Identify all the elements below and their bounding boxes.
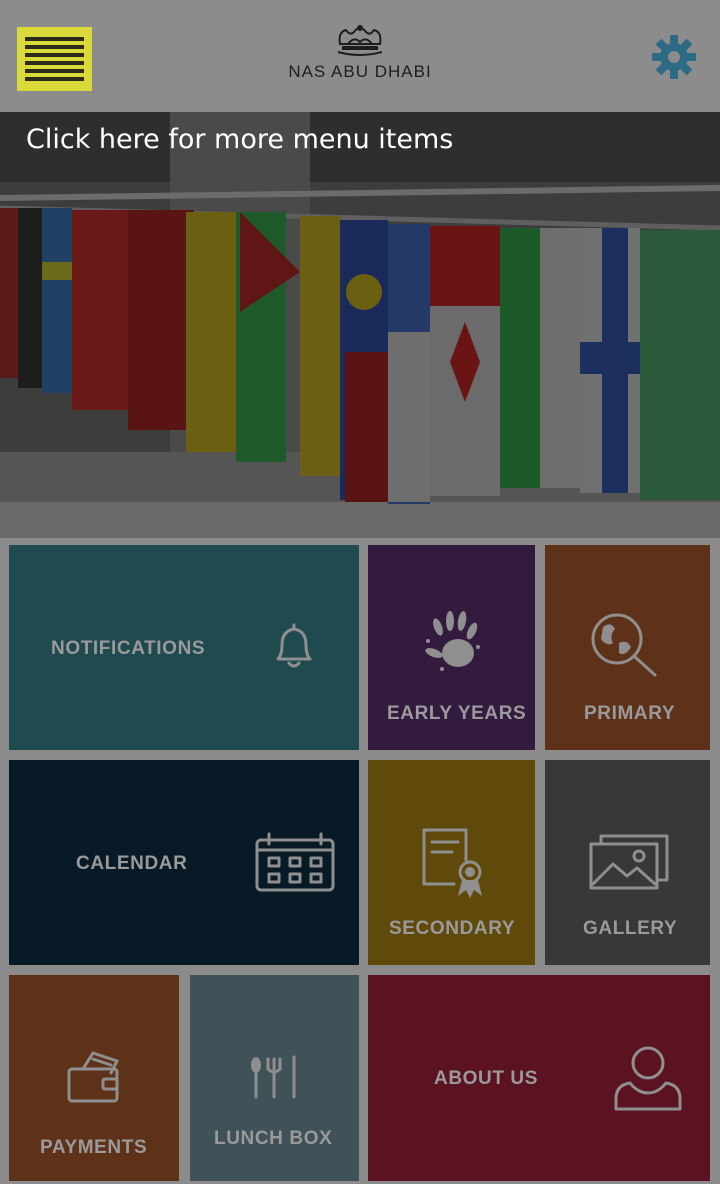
crown-crest-icon (337, 25, 383, 56)
wallet-icon (67, 1051, 119, 1103)
tile-label: LUNCH BOX (214, 1128, 333, 1149)
tile-secondary[interactable]: SECONDARY (368, 760, 535, 965)
certificate-icon (422, 828, 482, 898)
tile-about-us[interactable]: ABOUT US (368, 975, 710, 1181)
school-logo: NAS ABU DHABI (260, 22, 460, 88)
flags-photo (0, 112, 720, 538)
tile-label: PRIMARY (584, 703, 676, 724)
tile-label: NOTIFICATIONS (51, 638, 206, 659)
tile-label: EARLY YEARS (387, 703, 527, 724)
gallery-icon (589, 834, 669, 890)
app-header: NAS ABU DHABI (0, 0, 720, 112)
tile-label: CALENDAR (76, 853, 188, 874)
tile-notifications[interactable]: NOTIFICATIONS (9, 545, 359, 750)
gear-icon[interactable] (650, 33, 698, 81)
tile-primary[interactable]: PRIMARY (545, 545, 710, 750)
cutlery-icon (251, 1055, 296, 1099)
tile-early-years[interactable]: EARLY YEARS (368, 545, 535, 750)
bell-icon (276, 623, 312, 668)
user-icon (614, 1046, 682, 1111)
hero-caption: Click here for more menu items (26, 124, 454, 155)
tile-gallery[interactable]: GALLERY (545, 760, 710, 965)
hamburger-menu-icon[interactable] (17, 27, 92, 91)
logo-text: NAS ABU DHABI (288, 62, 432, 81)
hero-banner[interactable]: Click here for more menu items (0, 112, 720, 538)
tile-label: SECONDARY (389, 918, 516, 939)
tile-label: ABOUT US (434, 1068, 539, 1089)
handprint-icon (425, 611, 480, 671)
tile-label: GALLERY (583, 918, 678, 939)
globe-magnifier-icon (591, 613, 657, 677)
tile-payments[interactable]: PAYMENTS (9, 975, 179, 1181)
tile-label: PAYMENTS (40, 1137, 148, 1158)
calendar-icon (255, 832, 335, 892)
tile-calendar[interactable]: CALENDAR (9, 760, 359, 965)
tile-lunch-box[interactable]: LUNCH BOX (190, 975, 359, 1181)
